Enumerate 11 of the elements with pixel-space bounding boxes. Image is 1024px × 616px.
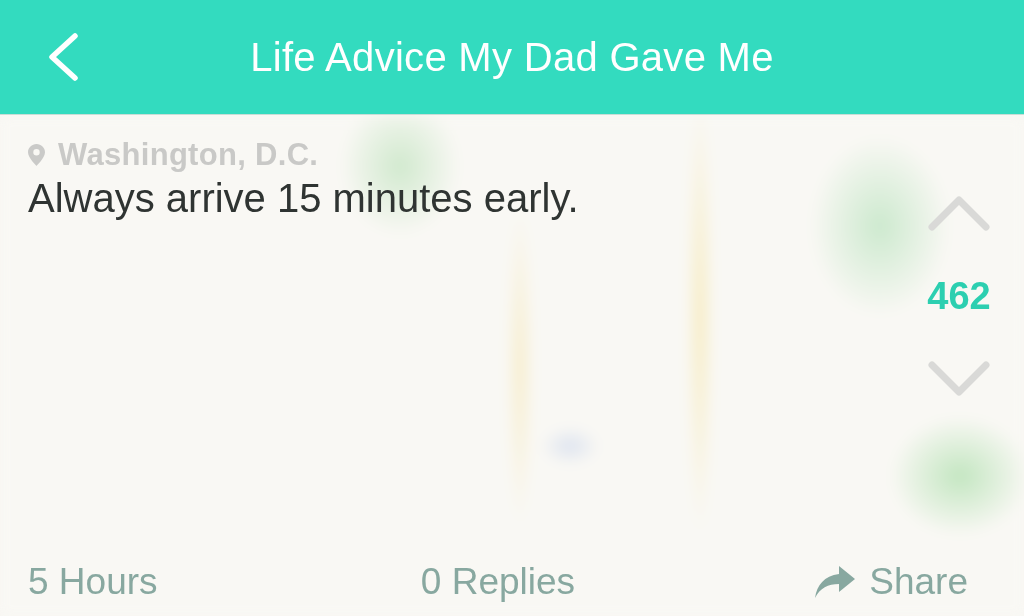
post-text: Always arrive 15 minutes early. xyxy=(28,174,580,221)
location-pin-icon xyxy=(28,143,45,166)
share-arrow-icon xyxy=(815,565,856,598)
upvote-button[interactable] xyxy=(928,195,990,231)
share-button[interactable]: Share xyxy=(815,559,968,604)
reply-count: 0 Replies xyxy=(420,559,576,604)
back-button[interactable] xyxy=(46,33,80,81)
vote-count: 462 xyxy=(927,277,991,315)
post-age: 5 Hours xyxy=(28,559,158,604)
downvote-button[interactable] xyxy=(928,361,990,397)
page-title: Life Advice My Dad Gave Me xyxy=(250,34,774,81)
